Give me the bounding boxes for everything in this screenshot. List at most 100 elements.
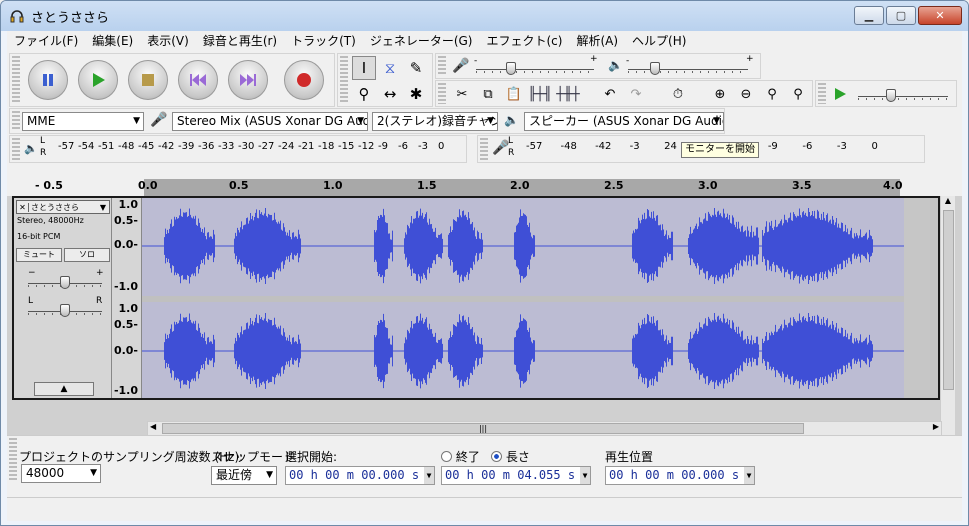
scroll-thumb[interactable] (943, 210, 954, 390)
zoom-in-button[interactable]: ⊕ (708, 82, 732, 106)
mute-button[interactable]: ミュート (16, 248, 62, 262)
horizontal-scrollbar[interactable]: ◀ ||| ▶ (147, 421, 942, 436)
chevron-up-icon: ▲ (60, 384, 68, 394)
magnifier-icon: ⚲ (358, 85, 370, 103)
sync-lock-button[interactable]: ⏱ (666, 82, 690, 106)
undo-button[interactable]: ↶ (598, 82, 622, 106)
record-button[interactable] (284, 60, 324, 100)
pause-button[interactable] (28, 60, 68, 100)
redo-button[interactable]: ↷ (624, 82, 648, 106)
gain-slider[interactable] (28, 276, 102, 290)
collapse-track-button[interactable]: ▲ (34, 382, 94, 396)
project-rate-value: 48000 (26, 466, 65, 480)
track-name-menu[interactable]: ✕ さとうささら ▼ (16, 200, 110, 214)
selection-start-field[interactable]: 00 h 00 m 00.000 s ▼ (285, 466, 435, 485)
scissors-icon: ✂ (456, 86, 468, 102)
close-button[interactable]: ✕ (918, 6, 962, 25)
scroll-thumb[interactable]: ||| (162, 423, 804, 434)
zoom-out-icon: ⊖ (740, 86, 752, 102)
snap-mode-select[interactable]: 最近傍 ▼ (211, 466, 277, 485)
zoom-out-button[interactable]: ⊖ (734, 82, 758, 106)
output-device-select[interactable]: スピーカー (ASUS Xonar DG Audio ▼ (524, 112, 724, 131)
play-at-speed-toolbar (815, 80, 957, 107)
fit-selection-button[interactable]: ⚲ (760, 82, 784, 106)
arrow-right-icon[interactable]: ▶ (933, 422, 939, 431)
channels-select[interactable]: 2(ステレオ)録音チャン ▼ (372, 112, 498, 131)
window-title: さとうささら (31, 10, 110, 26)
audio-position-value: 00 h 00 m 00.000 s (609, 468, 740, 482)
menu-tracks[interactable]: トラック(T) (284, 31, 363, 51)
selection-length-field[interactable]: 00 h 00 m 04.055 s ▼ (441, 466, 591, 485)
timeshift-tool[interactable]: ↔ (378, 82, 402, 106)
solo-button[interactable]: ソロ (64, 248, 110, 262)
menu-help[interactable]: ヘルプ(H) (625, 31, 693, 51)
cut-button[interactable]: ✂ (450, 82, 474, 106)
tools-toolbar: I ⧖ ✎ ⚲ ↔ ✱ (337, 53, 433, 107)
waveform-area[interactable] (142, 198, 904, 398)
audio-track[interactable]: ✕ さとうささら ▼ Stereo, 48000Hz 16-bit PCM ミュ… (12, 196, 940, 400)
minimize-button[interactable]: ▁ (854, 6, 884, 25)
vertical-scale[interactable]: 1.0 0.5- 0.0- -1.0 1.0 0.5- 0.0- -1.0 (112, 198, 142, 398)
pan-slider[interactable] (28, 304, 102, 318)
dropdown-arrow-icon: ▼ (99, 202, 106, 212)
dropdown-arrow-icon: ▼ (744, 467, 754, 484)
zoom-tool[interactable]: ⚲ (352, 82, 376, 106)
skip-end-icon (240, 74, 256, 86)
stop-button[interactable] (128, 60, 168, 100)
skip-start-button[interactable] (178, 60, 218, 100)
close-icon[interactable]: ✕ (17, 202, 29, 212)
title-bar: さとうささら ▁ ▢ ✕ (1, 1, 968, 31)
ruler-tick: 3.0 (698, 179, 718, 192)
meter-tick: -6 (398, 141, 408, 152)
silence-button[interactable]: ┼╫┼ (556, 82, 580, 106)
maximize-button[interactable]: ▢ (886, 6, 916, 25)
project-rate-select[interactable]: 48000 ▼ (21, 464, 101, 483)
audio-position-field[interactable]: 00 h 00 m 00.000 s ▼ (605, 466, 755, 485)
end-radio[interactable]: 終了 (441, 448, 480, 465)
ruler-tick: 1.0 (323, 179, 343, 192)
trim-button[interactable]: ╟┼╢ (528, 82, 552, 106)
multi-tool[interactable]: ✱ (404, 82, 428, 106)
copy-button[interactable]: ⧉ (476, 82, 500, 106)
fit-project-button[interactable]: ⚲ (786, 82, 810, 106)
length-radio[interactable]: 長さ (491, 448, 530, 465)
audio-host-select[interactable]: MME ▼ (22, 112, 144, 131)
menu-file[interactable]: ファイル(F) (7, 31, 85, 51)
scale-label: -1.0 (113, 280, 138, 293)
snap-mode-label: スナップモード (211, 450, 296, 464)
playback-speed-slider[interactable] (858, 89, 948, 103)
menu-view[interactable]: 表示(V) (140, 31, 196, 51)
arrow-left-icon[interactable]: ◀ (150, 422, 156, 431)
envelope-icon: ⧖ (384, 59, 396, 77)
meter-tick: 24 (664, 141, 677, 152)
input-volume-slider[interactable] (476, 62, 594, 76)
output-volume-slider[interactable] (628, 62, 748, 76)
meter-tick: -36 (198, 141, 215, 152)
paste-button[interactable]: 📋 (502, 82, 526, 106)
menu-effect[interactable]: エフェクト(c) (480, 31, 570, 51)
main-area: I ⧖ ✎ ⚲ ↔ ✱ 🎤 - + 🔈 - + ✂ ⧉ 📋 ╟┼╢ ┼╫┼ ↶ … (7, 51, 962, 521)
play-button[interactable] (78, 60, 118, 100)
meter-tick: -9 (378, 141, 388, 152)
selection-tool[interactable]: I (352, 56, 376, 80)
arrow-up-icon[interactable]: ▲ (941, 196, 955, 205)
meter-tick: -3 (629, 141, 640, 152)
menu-generate[interactable]: ジェネレーター(G) (363, 31, 480, 51)
ruler-tick: 3.5 (792, 179, 812, 192)
redo-icon: ↷ (630, 86, 642, 102)
input-device-select[interactable]: Stereo Mix (ASUS Xonar DG Aud ▼ (172, 112, 368, 131)
menu-analyze[interactable]: 解析(A) (569, 31, 625, 51)
draw-tool[interactable]: ✎ (404, 56, 428, 80)
menu-edit[interactable]: 編集(E) (85, 31, 140, 51)
dropdown-arrow-icon: ▼ (357, 116, 364, 126)
pencil-icon: ✎ (409, 59, 423, 77)
app-window: さとうささら ▁ ▢ ✕ ファイル(F) 編集(E) 表示(V) 録音と再生(r… (0, 0, 969, 526)
vertical-scrollbar[interactable]: ▲ ▼ (940, 196, 955, 451)
timeline-ruler[interactable]: - 0.5 0.0 0.5 1.0 1.5 2.0 2.5 3.0 3.5 4.… (7, 179, 962, 196)
length-option-label: 長さ (505, 450, 530, 464)
menu-transport[interactable]: 録音と再生(r) (196, 31, 284, 51)
skip-end-button[interactable] (228, 60, 268, 100)
play-at-speed-button[interactable] (828, 82, 852, 106)
envelope-tool[interactable]: ⧖ (378, 56, 402, 80)
record-meter-scale[interactable]: -57 -54 -51 -48 -45 -42 -39 -36 -33 -30 -27 -24 -21-… (58, 141, 462, 155)
